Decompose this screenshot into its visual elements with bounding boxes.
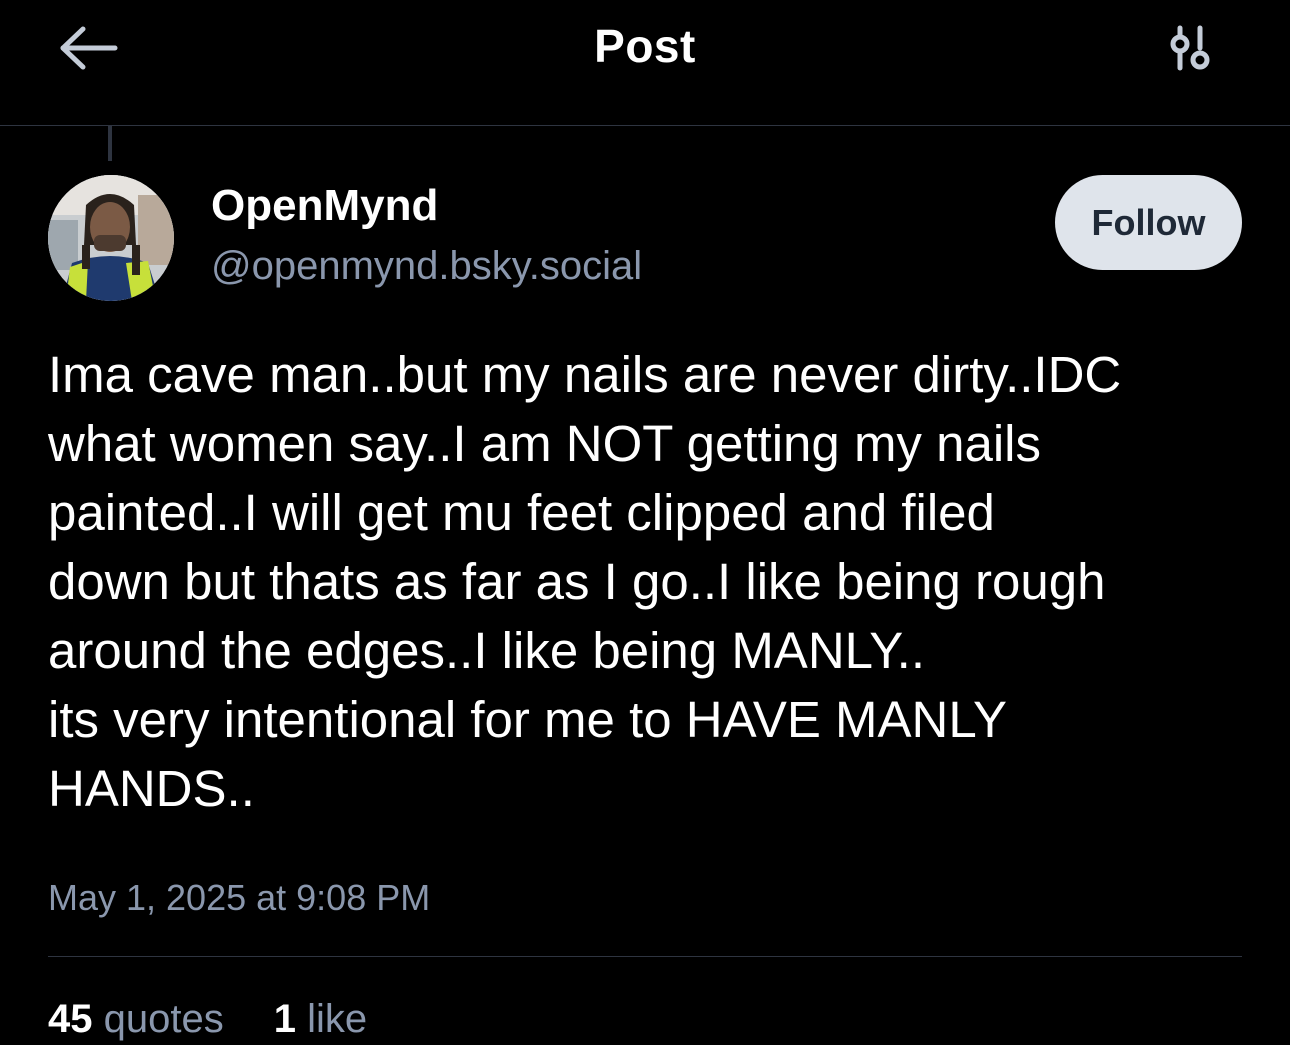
- post-timestamp: May 1, 2025 at 9:08 PM: [48, 877, 431, 918]
- post-text-line: around the edges..I like being MANLY..: [48, 622, 926, 679]
- likes-label: like: [307, 997, 368, 1041]
- likes-stat[interactable]: 1 like: [274, 993, 367, 1045]
- thread-settings-button[interactable]: [1160, 20, 1220, 76]
- post-body: Ima cave man..but my nails are never dir…: [48, 340, 1248, 823]
- post-text-line: HANDS..: [48, 760, 255, 817]
- author-handle[interactable]: @openmynd.bsky.social: [211, 242, 642, 290]
- post-text-line: down but thats as far as I go..I like be…: [48, 553, 1106, 610]
- likes-count: 1: [273, 997, 296, 1041]
- page-title: Post: [594, 20, 696, 72]
- post-text-line: its very intentional for me to HAVE MANL…: [48, 691, 1007, 748]
- quotes-label: quotes: [103, 997, 224, 1041]
- post-text-line: what women say..I am NOT getting my nail…: [48, 415, 1041, 472]
- quotes-count: 45: [48, 997, 93, 1041]
- sliders-icon: [1170, 25, 1210, 71]
- author-display-name[interactable]: OpenMynd: [211, 180, 438, 232]
- avatar[interactable]: [48, 175, 174, 301]
- quotes-stat[interactable]: 45 quotes: [48, 993, 224, 1045]
- post-stats: 45 quotes 1 like: [48, 993, 367, 1045]
- post-text-line: painted..I will get mu feet clipped and …: [48, 484, 995, 541]
- divider: [48, 956, 1242, 957]
- post-text-line: Ima cave man..but my nails are never dir…: [48, 346, 1122, 403]
- follow-button[interactable]: Follow: [1055, 175, 1242, 270]
- top-bar: Post: [0, 0, 1290, 126]
- thread-connector-line: [108, 126, 112, 161]
